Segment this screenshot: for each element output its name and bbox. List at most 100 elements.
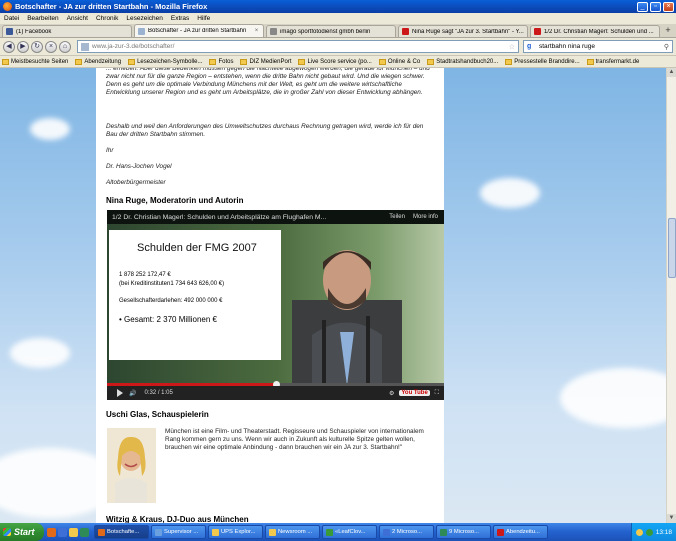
bookmark-item[interactable]: Live Score service (po... bbox=[298, 58, 372, 65]
back-button[interactable]: ◀ bbox=[3, 40, 15, 53]
search-input[interactable]: g startbahn nina ruge ⚲ bbox=[523, 40, 673, 53]
new-tab-button[interactable]: + bbox=[662, 25, 674, 37]
tab-close-icon[interactable]: × bbox=[253, 28, 260, 35]
uschi-glas-photo bbox=[107, 428, 156, 503]
tab-label: (1) Facebook bbox=[16, 28, 52, 35]
tab-facebook[interactable]: (1) Facebook bbox=[2, 25, 132, 37]
home-button[interactable]: ⌂ bbox=[59, 40, 71, 53]
reload-button[interactable]: ↻ bbox=[31, 40, 43, 53]
heading-witzig-kraus: Witzig & Kraus, DJ-Duo aus München bbox=[106, 515, 249, 523]
google-icon: g bbox=[527, 43, 532, 50]
app-icon bbox=[326, 528, 333, 536]
window-titlebar: Botschafter - JA zur dritten Startbahn -… bbox=[0, 0, 676, 13]
page-scrollbar[interactable]: ▲ ▼ bbox=[666, 68, 676, 523]
bookmark-item[interactable]: Stadtratshandbuch20... bbox=[427, 58, 498, 65]
search-icon[interactable]: ⚲ bbox=[664, 43, 669, 51]
maximize-button[interactable]: ▫ bbox=[650, 1, 661, 12]
bookmark-item[interactable]: Abendzeitung bbox=[75, 58, 121, 65]
youtube-icon bbox=[402, 28, 409, 35]
settings-icon[interactable]: ⚙ bbox=[389, 390, 394, 397]
bookmark-item[interactable]: Lesezeichen-Symbolle... bbox=[128, 58, 202, 65]
menu-bearbeiten[interactable]: Bearbeiten bbox=[27, 15, 58, 22]
site-identity-icon bbox=[81, 42, 89, 51]
quicklaunch-icon[interactable] bbox=[47, 527, 56, 537]
taskbar-item-ups[interactable]: UPS Explor... bbox=[208, 525, 263, 539]
page-icon bbox=[138, 27, 145, 35]
close-button[interactable]: × bbox=[663, 1, 674, 12]
taskbar-item-firefox[interactable]: Botschafte... bbox=[94, 525, 149, 539]
quicklaunch-icon[interactable] bbox=[80, 527, 89, 537]
navigation-bar: ◀ ▶ ↻ × ⌂ www.ja-zur-3.de /botschafter/ … bbox=[0, 38, 676, 56]
folder-icon bbox=[586, 58, 594, 65]
volume-icon[interactable]: 🔊 bbox=[129, 390, 136, 397]
video-time: 0:32 / 1:05 bbox=[144, 390, 173, 396]
taskbar-item-abendzeitung[interactable]: Abendzeitu... bbox=[493, 525, 548, 539]
speaker-figure bbox=[292, 250, 402, 386]
scroll-up-arrow-icon[interactable]: ▲ bbox=[667, 68, 676, 77]
menu-ansicht[interactable]: Ansicht bbox=[67, 15, 88, 22]
folder-icon bbox=[75, 58, 83, 65]
youtube-logo[interactable]: You Tube bbox=[399, 390, 430, 396]
bookmark-item[interactable]: Meistbesuchte Seiten bbox=[2, 58, 68, 65]
tray-icon[interactable] bbox=[645, 528, 653, 536]
url-bar[interactable]: www.ja-zur-3.de /botschafter/ ☆ bbox=[77, 40, 519, 53]
taskbar-item-leafclover[interactable]: «LeafClov... bbox=[322, 525, 377, 539]
scroll-down-arrow-icon[interactable]: ▼ bbox=[667, 514, 676, 523]
taskbar-item-newsroom[interactable]: Newsroom ... bbox=[265, 525, 320, 539]
page-icon bbox=[270, 28, 277, 35]
video-player[interactable]: 1/2 Dr. Christian Magerl: Schulden und A… bbox=[107, 210, 444, 400]
stop-button[interactable]: × bbox=[45, 40, 57, 53]
tab-label: Nina Ruge sagt "JA zur 3. Startbahn" - Y… bbox=[412, 28, 524, 35]
taskbar-item-supervisor[interactable]: Supervisor ... bbox=[151, 525, 206, 539]
video-controls: 🔊 0:32 / 1:05 ⚙ You Tube ⛶ bbox=[107, 386, 444, 400]
slide-line: (bei Kreditinstituten1 734 643 626,00 €) bbox=[119, 281, 225, 287]
minimize-button[interactable]: _ bbox=[637, 1, 648, 12]
scrollbar-thumb[interactable] bbox=[668, 218, 676, 278]
menu-chronik[interactable]: Chronik bbox=[96, 15, 118, 22]
clock[interactable]: 13:18 bbox=[656, 529, 672, 536]
bookmark-item[interactable]: transfermarkt.de bbox=[586, 58, 639, 65]
folder-icon bbox=[240, 58, 248, 65]
tray-icon[interactable] bbox=[635, 528, 643, 536]
slide-total: • Gesamt: 2 370 Millionen € bbox=[119, 315, 217, 324]
page-viewport: ... erheben. Aber diese Bedenken müssen … bbox=[0, 68, 676, 523]
folder-icon bbox=[2, 58, 9, 65]
tab-youtube-ruge[interactable]: Nina Ruge sagt "JA zur 3. Startbahn" - Y… bbox=[398, 25, 528, 37]
menu-extras[interactable]: Extras bbox=[171, 15, 189, 22]
taskbar-item-word[interactable]: 2 Microso... bbox=[379, 525, 434, 539]
start-button[interactable]: Start bbox=[0, 523, 44, 541]
video-title-bar: 1/2 Dr. Christian Magerl: Schulden und A… bbox=[107, 210, 444, 224]
video-more-info-button[interactable]: More info bbox=[413, 214, 438, 220]
play-icon[interactable] bbox=[117, 389, 123, 397]
firefox-icon bbox=[98, 528, 105, 536]
menu-datei[interactable]: Datei bbox=[4, 15, 19, 22]
menu-lesezeichen[interactable]: Lesezeichen bbox=[126, 15, 163, 22]
tab-youtube-magerl[interactable]: 1/2 Dr. Christian Magerl: Schulden und .… bbox=[530, 25, 660, 37]
bookmarks-toolbar: Meistbesuchte Seiten Abendzeitung Leseze… bbox=[0, 56, 676, 68]
slide-line: Gesellschafterdarlehen: 492 000 000 € bbox=[119, 298, 223, 304]
taskbar-item-excel[interactable]: 9 Microso... bbox=[436, 525, 491, 539]
bookmark-star-icon[interactable]: ☆ bbox=[509, 43, 515, 51]
video-title[interactable]: 1/2 Dr. Christian Magerl: Schulden und A… bbox=[112, 214, 389, 221]
menu-hilfe[interactable]: Hilfe bbox=[197, 15, 210, 22]
bookmark-item[interactable]: DIZ MedienPort bbox=[240, 58, 291, 65]
windows-logo-icon bbox=[3, 528, 11, 536]
cloud-decoration bbox=[30, 118, 70, 140]
quicklaunch-icon[interactable] bbox=[58, 527, 67, 537]
video-share-button[interactable]: Teilen bbox=[389, 214, 405, 220]
window-title: Botschafter - JA zur dritten Startbahn -… bbox=[15, 2, 208, 11]
folder-icon bbox=[378, 58, 386, 65]
bookmark-item[interactable]: Fotos bbox=[209, 58, 233, 65]
cloud-decoration bbox=[10, 338, 70, 368]
slide-title: Schulden der FMG 2007 bbox=[137, 242, 257, 254]
forward-button[interactable]: ▶ bbox=[17, 40, 29, 53]
folder-icon bbox=[212, 528, 219, 536]
tab-botschafter[interactable]: Botschafter - JA zur dritten Startbahn × bbox=[134, 24, 264, 37]
quicklaunch-icon[interactable] bbox=[69, 527, 78, 537]
tab-imago[interactable]: imago sportfotodienst gmbh berlin bbox=[266, 25, 396, 37]
bookmark-item[interactable]: Pressestelle Branddire... bbox=[505, 58, 580, 65]
url-path: /botschafter/ bbox=[138, 43, 175, 50]
fullscreen-icon[interactable]: ⛶ bbox=[435, 390, 439, 397]
url-domain: www.ja-zur-3.de bbox=[92, 43, 139, 50]
bookmark-item[interactable]: Online & Co bbox=[378, 58, 420, 65]
